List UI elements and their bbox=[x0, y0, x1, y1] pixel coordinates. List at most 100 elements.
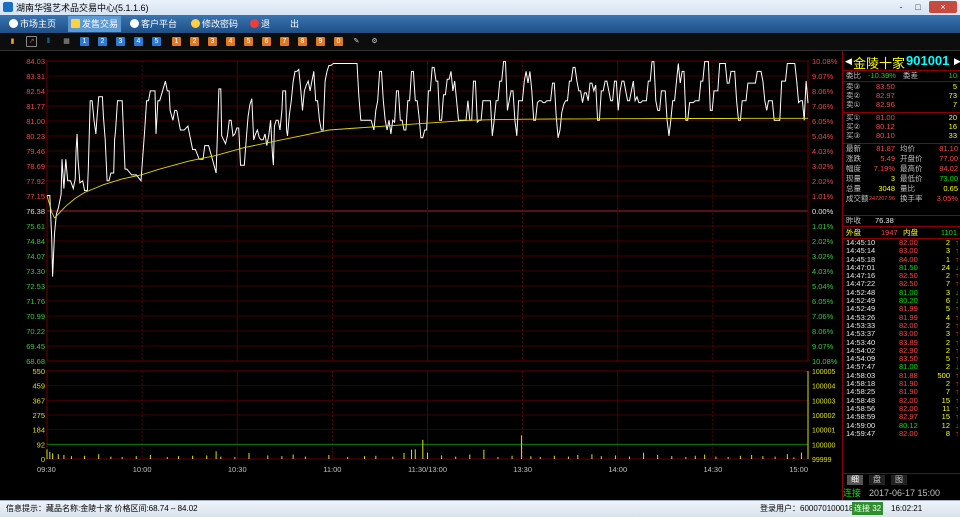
line-chart-icon[interactable]: ↗ bbox=[26, 36, 37, 47]
chart-svg: 84.03 10.08% 83.31 9.07% 82.54 8.06% 81.77 7.06… bbox=[26, 57, 838, 474]
menu-label: 客户平台 bbox=[141, 19, 178, 29]
volume-right-tick-label: 100004 bbox=[812, 384, 835, 391]
volume-tick-label: 550 bbox=[32, 367, 45, 376]
pct-tick-label: 8.06% bbox=[812, 327, 834, 336]
intraday-chart[interactable]: 84.03 10.08% 83.31 9.07% 82.54 8.06% 81.77 7.06… bbox=[0, 51, 842, 487]
bid-book: 买① 81.00 20 买② 80.12 16 买③ 80.10 33 bbox=[843, 112, 960, 140]
ask-row[interactable]: 卖② 82.97 73 bbox=[843, 91, 960, 100]
ask-price: 83.50 bbox=[876, 82, 895, 91]
tab-book[interactable]: 盘 bbox=[869, 475, 885, 485]
tick-row[interactable]: 14:59:47 82.00 8 ↑ bbox=[843, 428, 960, 438]
pct-tick-label: 6.05% bbox=[812, 297, 834, 306]
bar-chart-icon[interactable]: ▮ bbox=[8, 37, 17, 46]
menu-issue-trade[interactable]: 发售交易 bbox=[68, 16, 122, 32]
order-icon-5[interactable]: 5 bbox=[244, 37, 253, 46]
stat-label: 成交额 bbox=[846, 194, 869, 203]
order-icon-1[interactable]: 1 bbox=[172, 37, 181, 46]
ask-row[interactable]: 卖① 82.96 7 bbox=[843, 100, 960, 109]
candlestick-icon[interactable]: ‖ bbox=[44, 37, 53, 46]
stat-label: 幅度 bbox=[846, 164, 861, 173]
f1-icon[interactable]: 1 bbox=[80, 37, 89, 46]
quote-panel: ◀ 金陵十家 901001 ▶ 委比 -10.39% 委差 10 卖③ 83.50… bbox=[842, 51, 960, 500]
volume-tick-label: 92 bbox=[37, 440, 45, 449]
pct-tick-label: 4.03% bbox=[812, 147, 834, 156]
ask-book: 卖③ 83.50 5 卖② 82.97 73 卖① 82.96 7 bbox=[843, 81, 960, 109]
app-icon bbox=[3, 2, 13, 12]
pct-tick-label: 3.02% bbox=[812, 162, 834, 171]
toolbar: ▮ ↗ ‖ ▦ 1 2 3 4 5 1 2 3 4 5 6 7 8 9 0 ✎ ⚙ bbox=[0, 34, 960, 51]
prev-arrow-icon[interactable]: ◀ bbox=[845, 56, 852, 67]
volume-tick-label: 367 bbox=[32, 396, 45, 405]
order-icon-6[interactable]: 6 bbox=[262, 37, 271, 46]
menu-market-home[interactable]: 市场主页 bbox=[6, 16, 59, 32]
status-time: 16:02:21 bbox=[891, 504, 923, 513]
menu-change-password[interactable]: 修改密码 bbox=[188, 16, 241, 32]
order-icon-8[interactable]: 8 bbox=[298, 37, 307, 46]
order-icon-4[interactable]: 4 bbox=[226, 37, 235, 46]
order-icon-9[interactable]: 9 bbox=[316, 37, 325, 46]
panel-tabs: 细 盘 图 bbox=[843, 473, 960, 486]
f4-icon[interactable]: 4 bbox=[134, 37, 143, 46]
product-code: 901001 bbox=[906, 53, 950, 68]
tick-price: 82.00 bbox=[899, 428, 918, 438]
bid-label: 买① bbox=[846, 113, 861, 122]
time-tick-label: 11:00 bbox=[323, 465, 341, 474]
stat-value-2: 0.65 bbox=[943, 184, 958, 193]
pct-tick-label: 2.02% bbox=[812, 237, 834, 246]
ask-row[interactable]: 卖③ 83.50 5 bbox=[843, 82, 960, 91]
price-tick-label: 74.07 bbox=[26, 252, 45, 261]
volume-right-tick-label: 100003 bbox=[812, 398, 835, 405]
weibi-row: 委比 -10.39% 委差 10 bbox=[843, 70, 960, 80]
time-tick-label: 14:30 bbox=[703, 465, 722, 474]
bid-row[interactable]: 买③ 80.10 33 bbox=[843, 131, 960, 140]
bid-row[interactable]: 买① 81.00 20 bbox=[843, 113, 960, 122]
stat-value-2: 3.05% bbox=[936, 194, 958, 203]
price-tick-label: 81.77 bbox=[26, 102, 45, 111]
bid-label: 买③ bbox=[846, 131, 861, 140]
calendar-icon[interactable]: ▦ bbox=[62, 37, 71, 46]
pct-tick-label: 0.00% bbox=[812, 207, 834, 216]
order-icon-2[interactable]: 2 bbox=[190, 37, 199, 46]
tab-detail[interactable]: 细 bbox=[847, 475, 863, 485]
volume-right-tick-label: 100000 bbox=[812, 442, 835, 449]
gear-icon[interactable]: ⚙ bbox=[370, 37, 379, 46]
close-button[interactable]: × bbox=[929, 1, 957, 13]
order-icon-10[interactable]: 0 bbox=[334, 37, 343, 46]
menu-exit[interactable]: 退 bbox=[247, 16, 273, 32]
bid-label: 买② bbox=[846, 122, 861, 131]
minimize-button[interactable]: - bbox=[894, 1, 908, 13]
next-arrow-icon[interactable]: ▶ bbox=[954, 56, 960, 67]
f3-icon[interactable]: 3 bbox=[116, 37, 125, 46]
price-tick-label: 73.30 bbox=[26, 267, 45, 276]
order-icon-3[interactable]: 3 bbox=[208, 37, 217, 46]
prev-close-row: 昨收 76.38 bbox=[843, 215, 960, 225]
pct-tick-label: 2.02% bbox=[812, 177, 834, 186]
globe-icon bbox=[130, 19, 139, 28]
outer-label: 外盘 bbox=[846, 228, 861, 237]
price-tick-label: 84.03 bbox=[26, 57, 45, 66]
f5-icon[interactable]: 5 bbox=[152, 37, 161, 46]
stat-label: 最新 bbox=[846, 144, 861, 153]
menu-label: 发售交易 bbox=[82, 19, 119, 29]
menu-client-platform[interactable]: 客户平台 bbox=[127, 16, 180, 32]
maximize-button[interactable]: □ bbox=[911, 1, 925, 13]
status-user: 登录用户：600070100018 bbox=[760, 504, 854, 513]
stat-row: 涨跌 5.49 开盘价 77.00 bbox=[843, 154, 960, 164]
menu-exit-2[interactable]: 出 bbox=[287, 16, 302, 32]
price-tick-label: 77.92 bbox=[26, 177, 45, 186]
pen-icon[interactable]: ✎ bbox=[352, 37, 361, 46]
order-icon-7[interactable]: 7 bbox=[280, 37, 289, 46]
tab-chart[interactable]: 图 bbox=[891, 475, 907, 485]
ask-volume: 5 bbox=[952, 82, 957, 91]
menu-label: 退 bbox=[261, 19, 271, 29]
f2-icon[interactable]: 2 bbox=[98, 37, 107, 46]
ask-volume: 7 bbox=[952, 100, 957, 109]
weicha-value: 10 bbox=[948, 71, 957, 80]
pct-tick-label: 9.07% bbox=[812, 72, 834, 81]
power-icon bbox=[250, 19, 259, 28]
stat-row: 现量 3 最低价 73.00 bbox=[843, 174, 960, 184]
price-tick-label: 76.38 bbox=[26, 207, 45, 216]
bid-row[interactable]: 买② 80.12 16 bbox=[843, 122, 960, 131]
bid-price: 80.10 bbox=[876, 131, 895, 140]
tick-list[interactable]: 14:45:10 82.00 2 ↑ 14:45:14 83.00 3 ↑ 14:45:18 84… bbox=[843, 238, 960, 438]
